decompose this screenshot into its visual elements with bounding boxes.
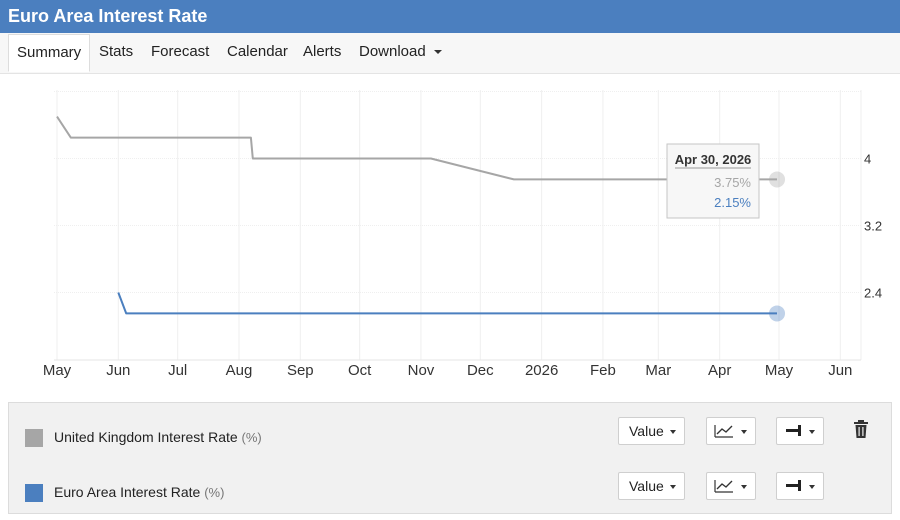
series-color-swatch[interactable] <box>25 484 43 502</box>
series-color-swatch[interactable] <box>25 429 43 447</box>
delete-series-button[interactable] <box>851 419 871 441</box>
line-chart: May Jun Jul Aug Sep Oct Nov Dec 2026 Feb Mar Apr May… <box>43 90 882 379</box>
y-axis: 2.4 3.2 4 <box>864 152 882 301</box>
tab-summary[interactable]: Summary <box>8 34 91 72</box>
legend-series-name: Euro Area Interest Rate (%) <box>54 484 224 500</box>
tooltip: Apr 30, 2026 3.75% 2.15% <box>666 143 760 219</box>
x-tick-label: Sep <box>287 362 314 379</box>
legend-series-unit: (%) <box>204 485 225 500</box>
x-tick-label: Nov <box>408 362 435 379</box>
tab-forecast[interactable]: Forecast <box>151 33 209 73</box>
y-tick-label: 2.4 <box>864 286 882 301</box>
trash-icon <box>854 420 868 438</box>
x-tick-label: Dec <box>467 362 494 379</box>
tab-download-label: Download <box>359 43 426 60</box>
axis-side-select[interactable] <box>776 472 824 500</box>
x-tick-label: 2026 <box>525 362 558 379</box>
tooltip-date: Apr 30, 2026 <box>675 152 752 167</box>
tab-stats[interactable]: Stats <box>99 33 133 73</box>
legend-series-label: Euro Area Interest Rate <box>54 484 201 500</box>
title-bar: Euro Area Interest Rate <box>0 0 900 33</box>
value-select-label: Value <box>629 423 664 439</box>
tab-bar: Summary Stats Forecast Calendar Alerts D… <box>0 33 900 74</box>
x-tick-label: Jun <box>106 362 130 379</box>
tooltip-value-ea: 2.15% <box>714 195 751 210</box>
legend-panel: United Kingdom Interest Rate (%) Value E… <box>8 402 892 514</box>
legend-row: Euro Area Interest Rate (%) Value <box>9 472 891 512</box>
x-tick-label: Oct <box>348 362 372 379</box>
x-axis: May Jun Jul Aug Sep Oct Nov Dec 2026 Feb Mar Apr May… <box>43 362 853 379</box>
chevron-down-icon <box>669 485 676 490</box>
axis-side-select[interactable] <box>776 417 824 445</box>
x-tick-label: May <box>765 362 794 379</box>
y-tick-label: 4 <box>864 152 871 167</box>
value-select[interactable]: Value <box>618 472 685 500</box>
x-tick-label: Aug <box>226 362 253 379</box>
x-tick-label: Jul <box>168 362 187 379</box>
x-tick-label: Apr <box>708 362 731 379</box>
line-chart-icon <box>714 480 747 493</box>
chart-type-select[interactable] <box>706 417 756 445</box>
chevron-down-icon <box>669 430 676 435</box>
hover-marker <box>769 305 786 322</box>
chart-type-select[interactable] <box>706 472 756 500</box>
chevron-down-icon <box>433 50 442 55</box>
marker-layer <box>769 171 786 322</box>
tab-calendar[interactable]: Calendar <box>227 33 288 73</box>
value-select-label: Value <box>629 478 664 494</box>
x-tick-label: May <box>43 362 72 379</box>
y-tick-label: 3.2 <box>864 219 882 234</box>
axis-side-icon <box>786 480 815 491</box>
chart-area: May Jun Jul Aug Sep Oct Nov Dec 2026 Feb Mar Apr May… <box>8 74 892 402</box>
legend-series-unit: (%) <box>241 430 262 445</box>
series-line[interactable] <box>117 292 777 315</box>
tab-alerts[interactable]: Alerts <box>303 33 341 73</box>
legend-series-name: United Kingdom Interest Rate (%) <box>54 429 262 445</box>
x-tick-label: Feb <box>590 362 616 379</box>
hover-marker <box>769 171 786 188</box>
x-tick-label: Mar <box>645 362 671 379</box>
grid <box>54 90 862 361</box>
line-chart-icon <box>714 425 747 438</box>
tooltip-value-uk: 3.75% <box>714 175 751 190</box>
page-title: Euro Area Interest Rate <box>8 6 208 26</box>
tab-download[interactable]: Download <box>359 33 442 73</box>
x-tick-label: Jun <box>828 362 852 379</box>
legend-row: United Kingdom Interest Rate (%) Value <box>9 417 891 457</box>
legend-series-label: United Kingdom Interest Rate <box>54 429 238 445</box>
axis-side-icon <box>786 425 815 436</box>
value-select[interactable]: Value <box>618 417 685 445</box>
